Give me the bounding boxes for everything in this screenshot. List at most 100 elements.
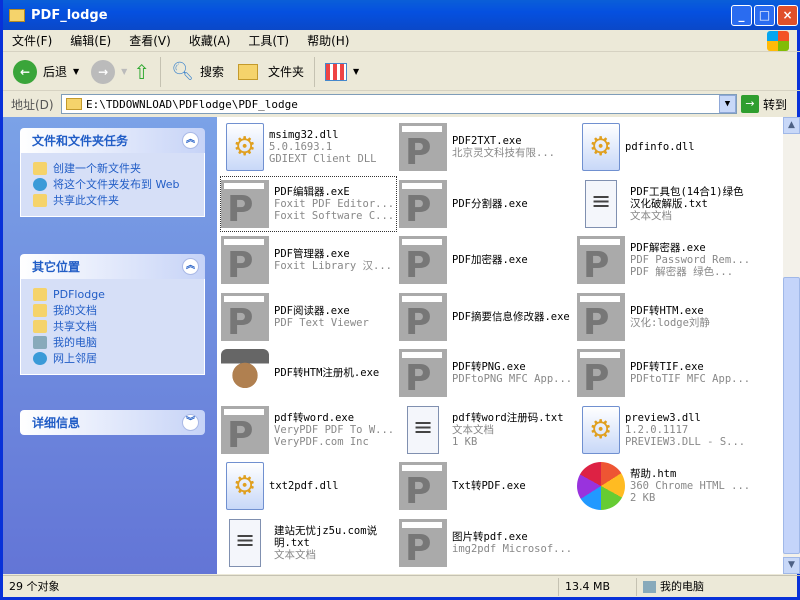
file-item[interactable]: PDF加密器.exe <box>399 233 574 287</box>
file-item[interactable]: pdf转word注册码.txt文本文档1 KB <box>399 403 574 457</box>
file-item[interactable]: PDF编辑器.exEFoxit PDF Editor...Foxit Softw… <box>220 175 397 232</box>
address-input[interactable]: E:\TDDOWNLOAD\PDFlodge\PDF_lodge ▼ <box>61 94 737 114</box>
forward-dropdown-icon[interactable]: ▼ <box>121 67 127 76</box>
folders-button[interactable]: 文件夹 <box>268 63 304 80</box>
place-label: 我的电脑 <box>53 336 97 349</box>
folder-icon <box>33 288 47 301</box>
file-item[interactable]: PDF阅读器.exePDF Text Viewer <box>221 290 396 344</box>
file-detail: PDFtoPNG MFC App... <box>452 373 573 385</box>
file-item[interactable]: PDF转TIF.exePDFtoTIF MFC App... <box>577 346 752 400</box>
file-item[interactable]: msimg32.dll5.0.1693.1GDIEXT Client DLL <box>221 120 396 174</box>
collapse-icon[interactable]: ︽ <box>182 132 199 149</box>
pdf-app-icon <box>577 292 625 343</box>
file-text: 建站无忧jz5u.com说明.txt 文本文档 <box>274 525 396 561</box>
file-detail: 文本文档 <box>630 209 672 222</box>
task-new-folder[interactable]: 创建一个新文件夹 <box>33 162 204 175</box>
back-dropdown-icon[interactable]: ▼ <box>73 67 79 76</box>
menu-favorites[interactable]: 收藏(A) <box>180 32 240 49</box>
menu-tools[interactable]: 工具(T) <box>239 32 298 49</box>
file-item[interactable]: PDF转HTM注册机.exe <box>221 346 396 400</box>
file-text: PDF2TXT.exe 北京灵文科技有限... <box>452 135 555 159</box>
place-network[interactable]: 网上邻居 <box>33 352 204 365</box>
up-folder-icon[interactable]: ⇧ <box>133 60 150 84</box>
file-detail: 5.0.1693.1 <box>269 141 333 153</box>
pdf-app-icon <box>399 123 447 173</box>
file-item[interactable]: PDF2TXT.exe北京灵文科技有限... <box>399 120 574 174</box>
file-item[interactable]: pdfinfo.dll <box>577 120 752 174</box>
menu-view[interactable]: 查看(V) <box>120 32 180 49</box>
file-name: PDF编辑器.exE <box>274 185 350 198</box>
location-label: 我的电脑 <box>660 579 704 593</box>
task-share-folder[interactable]: 共享此文件夹 <box>33 194 204 207</box>
scroll-down-button[interactable]: ▼ <box>783 557 800 574</box>
location: 我的电脑 <box>637 578 800 596</box>
file-text: PDF工具包(14合1)绿色汉化破解版.txt 文本文档 <box>630 186 752 222</box>
back-button[interactable]: 后退 <box>43 63 67 80</box>
file-detail: 文本文档 <box>274 548 316 561</box>
menu-help[interactable]: 帮助(H) <box>298 32 358 49</box>
file-item[interactable]: PDF解密器.exePDF Password Rem...PDF 解密器 绿色.… <box>577 233 752 287</box>
task-publish-web[interactable]: 将这个文件夹发布到 Web <box>33 178 204 191</box>
window-title: PDF_lodge <box>31 7 108 23</box>
file-name: PDF分割器.exe <box>452 197 528 210</box>
collapse-icon[interactable]: ︽ <box>182 258 199 275</box>
file-item[interactable]: PDF转HTM.exe汉化:lodge刘静 <box>577 290 752 344</box>
file-item[interactable]: PDF转PNG.exePDFtoPNG MFC App... <box>399 346 574 400</box>
menu-edit[interactable]: 编辑(E) <box>61 32 120 49</box>
file-item[interactable]: Txt转PDF.exe <box>399 459 574 513</box>
task-label: 创建一个新文件夹 <box>53 162 141 175</box>
expand-icon[interactable]: ︾ <box>182 414 199 431</box>
minimize-button[interactable]: _ <box>731 5 752 26</box>
address-label: 地址(D) <box>11 97 54 112</box>
folders-icon[interactable] <box>237 63 258 80</box>
address-dropdown[interactable]: ▼ <box>719 95 736 113</box>
file-detail: 北京灵文科技有限... <box>452 147 555 159</box>
file-name: pdf转word注册码.txt <box>452 411 564 424</box>
maximize-button[interactable]: □ <box>754 5 775 26</box>
file-item[interactable]: PDF工具包(14合1)绿色汉化破解版.txt文本文档 <box>577 177 752 231</box>
file-name: pdf转word.exe <box>274 411 355 424</box>
pdf-app-icon <box>399 236 447 286</box>
file-item[interactable]: PDF管理器.exeFoxit Library 汉... <box>221 233 396 287</box>
go-label: 转到 <box>763 97 788 112</box>
folder-icon <box>33 304 47 317</box>
file-item[interactable]: PDF摘要信息修改器.exe <box>399 290 574 344</box>
file-name: 帮助.htm <box>630 468 677 480</box>
place-my-documents[interactable]: 我的文档 <box>33 304 204 317</box>
search-icon[interactable]: 🔍︎ <box>171 61 194 82</box>
vertical-scrollbar[interactable]: ▲ ▼ <box>783 117 800 574</box>
views-icon[interactable] <box>324 62 347 81</box>
pdf-app-icon <box>399 179 447 230</box>
file-item[interactable]: 图片转pdf.exeimg2pdf Microsof... <box>399 516 574 570</box>
file-item[interactable]: 帮助.htm 360 Chrome HTML ... 2 KB <box>577 459 752 513</box>
scroll-thumb[interactable] <box>783 277 800 554</box>
panel-title: 文件和文件夹任务 <box>32 134 129 148</box>
file-detail: 汉化:lodge刘静 <box>630 316 710 329</box>
file-text: pdf转word注册码.txt 文本文档 1 KB <box>452 412 564 448</box>
file-item[interactable]: 建站无忧jz5u.com说明.txt文本文档 <box>221 516 396 570</box>
scroll-up-button[interactable]: ▲ <box>783 117 800 134</box>
place-pdflodge[interactable]: PDFlodge <box>33 288 204 301</box>
file-item[interactable]: PDF分割器.exe <box>399 177 574 231</box>
place-shared-documents[interactable]: 共享文档 <box>33 320 204 333</box>
panel-header[interactable]: 详细信息 ︾ <box>20 410 205 435</box>
back-arrow-icon[interactable]: ← <box>13 59 37 84</box>
pdf-app-icon <box>399 518 447 569</box>
views-dropdown-icon[interactable]: ▼ <box>353 67 359 76</box>
file-item[interactable]: pdf转word.exeVeryPDF PDF To W...VeryPDF.c… <box>221 403 396 457</box>
close-button[interactable]: × <box>777 5 798 26</box>
file-detail: 360 Chrome HTML ... <box>630 480 751 492</box>
go-button[interactable]: → 转到 <box>741 95 787 113</box>
place-my-computer[interactable]: 我的电脑 <box>33 336 204 349</box>
menu-file[interactable]: 文件(F) <box>3 32 61 49</box>
file-item[interactable]: preview3.dll1.2.0.1117PREVIEW3.DLL - S..… <box>577 403 752 457</box>
panel-header[interactable]: 文件和文件夹任务 ︽ <box>20 128 205 153</box>
forward-button[interactable]: → <box>91 59 116 84</box>
file-item[interactable]: txt2pdf.dll <box>221 459 396 513</box>
panel-header[interactable]: 其它位置 ︽ <box>20 254 205 279</box>
file-detail: PDF Password Rem... <box>630 254 751 266</box>
file-name: 建站无忧jz5u.com说明.txt <box>274 524 378 549</box>
separator <box>313 56 315 87</box>
search-button[interactable]: 搜索 <box>200 63 224 80</box>
file-text: PDF编辑器.exE Foxit PDF Editor... Foxit Softw… <box>274 186 394 222</box>
